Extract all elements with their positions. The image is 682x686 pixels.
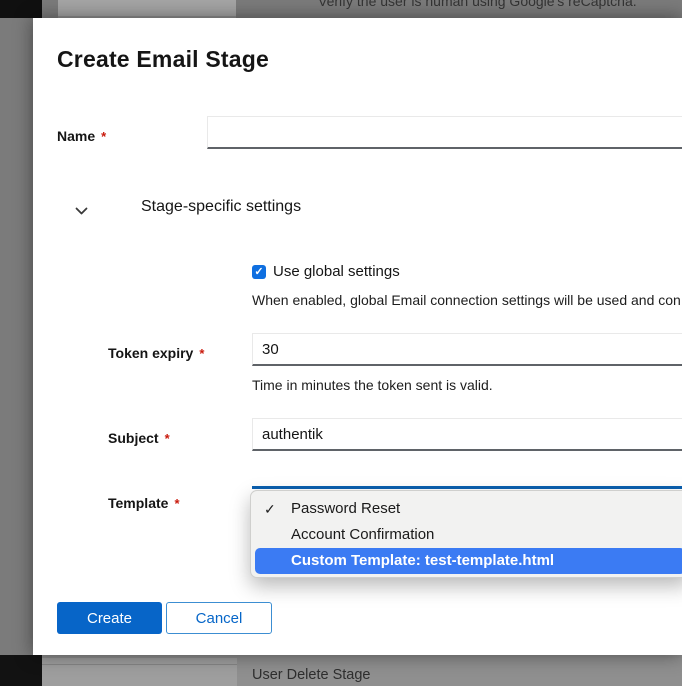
background-stage-description: Verify the user is human using Google's … (318, 0, 637, 9)
cancel-button[interactable]: Cancel (166, 602, 272, 634)
template-label: Template* (108, 495, 180, 511)
dropdown-option-account-confirmation[interactable]: Account Confirmation (251, 522, 682, 548)
required-asterisk: * (101, 129, 106, 144)
background-table-cell (58, 0, 236, 18)
token-expiry-label: Token expiry* (108, 345, 204, 361)
background-table-cell: User Delete Stage (237, 658, 682, 686)
template-select[interactable] (252, 486, 682, 489)
stage-specific-settings-label: Stage-specific settings (141, 198, 301, 216)
subject-input[interactable] (252, 418, 682, 451)
sidebar (0, 655, 42, 686)
screen: Verify the user is human using Google's … (0, 0, 682, 686)
background-table-cell (42, 658, 237, 686)
use-global-settings-help: When enabled, global Email connection se… (252, 292, 682, 308)
stage-specific-settings-toggle[interactable]: Stage-specific settings (67, 194, 327, 224)
subject-label: Subject* (108, 430, 170, 446)
create-email-stage-modal: Create Email Stage Name* Stage-specific … (33, 18, 682, 655)
use-global-settings-checkbox[interactable]: ✓ (252, 265, 266, 279)
check-icon: ✓ (264, 496, 276, 522)
name-input[interactable] (207, 116, 682, 149)
dropdown-option-password-reset[interactable]: ✓ Password Reset (251, 496, 682, 522)
required-asterisk: * (199, 346, 204, 361)
background-stage-name: User Delete Stage (252, 667, 370, 683)
use-global-settings-label: Use global settings (273, 263, 400, 280)
chevron-down-icon (75, 203, 88, 221)
name-label: Name* (57, 128, 106, 144)
required-asterisk: * (174, 496, 179, 511)
create-button[interactable]: Create (57, 602, 162, 634)
table-row-divider (42, 664, 237, 665)
dropdown-option-custom-template[interactable]: Custom Template: test-template.html (255, 548, 682, 574)
sidebar (0, 0, 42, 18)
token-expiry-input[interactable] (252, 333, 682, 366)
modal-title: Create Email Stage (57, 46, 269, 73)
template-dropdown-menu: ✓ Password Reset Account Confirmation Cu… (250, 490, 682, 578)
token-expiry-help: Time in minutes the token sent is valid. (252, 377, 682, 393)
required-asterisk: * (165, 431, 170, 446)
backdrop-top: Verify the user is human using Google's … (0, 0, 682, 18)
backdrop-bottom: User Delete Stage (0, 655, 682, 686)
